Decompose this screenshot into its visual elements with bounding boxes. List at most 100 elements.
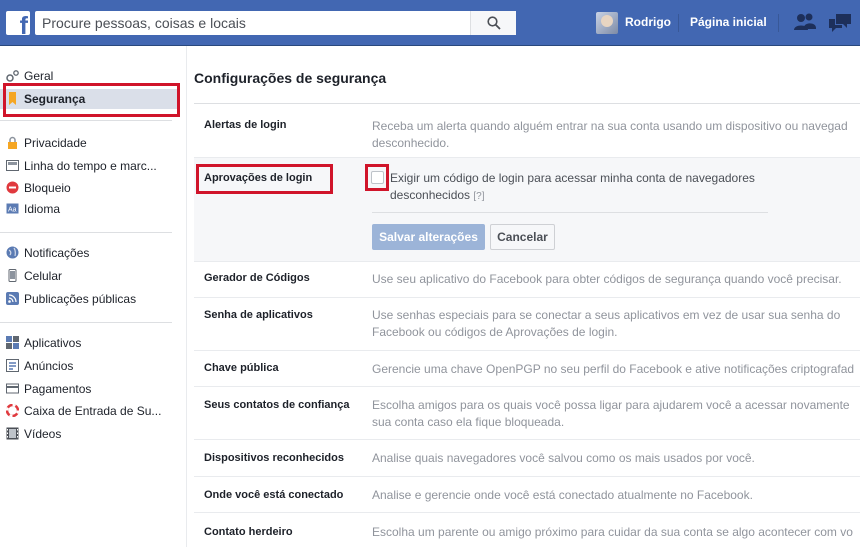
- sidebar-item-label: Linha do tempo e marc...: [24, 159, 157, 173]
- setting-name: Chave pública: [204, 362, 279, 374]
- home-link[interactable]: Página inicial: [690, 15, 767, 29]
- setting-description: Receba um alerta quando alguém entrar na…: [372, 118, 860, 152]
- sidebar-divider: [0, 120, 172, 121]
- sidebar-divider: [186, 46, 187, 547]
- checkbox-label-line: Exigir um código de login para acessar m…: [390, 171, 755, 185]
- sidebar-item-label: Celular: [24, 269, 63, 283]
- setting-row-senha-de-aplicativos[interactable]: Senha de aplicativos Use senhas especiai…: [194, 298, 860, 351]
- description-line: Escolha amigos para os quais você possa …: [372, 398, 850, 412]
- cancel-button[interactable]: Cancelar: [490, 224, 555, 250]
- sidebar-item-celular[interactable]: Celular: [0, 266, 178, 286]
- page-title: Configurações de segurança: [194, 70, 387, 86]
- checkbox-label[interactable]: Exigir um código de login para acessar m…: [390, 170, 755, 205]
- checkbox-label-line: desconhecidos: [390, 188, 471, 202]
- top-bar: f Rodrigo Página inicial: [0, 0, 860, 46]
- messages-icon[interactable]: [828, 13, 852, 33]
- lock-icon: [8, 136, 17, 149]
- search-box: [35, 11, 516, 35]
- phone-icon: [8, 269, 17, 282]
- setting-name: Alertas de login: [204, 119, 287, 131]
- sidebar-item-idioma[interactable]: Aa Idioma: [0, 199, 178, 219]
- sidebar-item-linha-do-tempo[interactable]: Linha do tempo e marc...: [0, 156, 178, 176]
- search-button[interactable]: [470, 11, 516, 35]
- setting-description: Escolha amigos para os quais você possa …: [372, 397, 860, 431]
- rss-icon: [6, 292, 19, 305]
- friend-requests-icon[interactable]: [794, 13, 816, 31]
- description-line: sua conta caso ela fique bloqueada.: [372, 415, 565, 429]
- setting-description: Escolha um parente ou amigo próximo para…: [372, 524, 860, 541]
- setting-name: Seus contatos de confiança: [204, 399, 350, 411]
- lifebuoy-icon: [6, 404, 19, 417]
- setting-name: Dispositivos reconhecidos: [204, 452, 344, 464]
- sidebar-item-label: Idioma: [24, 202, 61, 216]
- sidebar-item-label: Anúncios: [24, 359, 74, 373]
- film-icon: [6, 427, 19, 440]
- description-line: Use seu aplicativo do Facebook para obte…: [372, 272, 842, 286]
- sidebar-item-aplicativos[interactable]: Aplicativos: [0, 333, 178, 353]
- card-icon: [6, 383, 19, 394]
- facebook-logo-icon[interactable]: f: [6, 11, 30, 35]
- description-line: Analise e gerencie onde você está conect…: [372, 488, 753, 502]
- sidebar-item-label: Caixa de Entrada de Su...: [24, 404, 162, 418]
- setting-description: Use seu aplicativo do Facebook para obte…: [372, 271, 860, 288]
- setting-name: Gerador de Códigos: [204, 272, 310, 284]
- setting-description: Use senhas especiais para se conectar a …: [372, 307, 860, 341]
- language-icon: Aa: [6, 203, 19, 214]
- sidebar-item-label: Publicações públicas: [24, 292, 137, 306]
- sidebar-item-label: Geral: [24, 69, 54, 83]
- sidebar-item-label: Pagamentos: [24, 382, 92, 396]
- setting-row-onde-voce-esta-conectado[interactable]: Onde você está conectado Analise e geren…: [194, 477, 860, 513]
- save-changes-button[interactable]: Salvar alterações: [372, 224, 485, 250]
- description-line: Facebook ou códigos de Aprovações de log…: [372, 325, 618, 339]
- setting-name: Onde você está conectado: [204, 489, 344, 501]
- form-divider: [372, 212, 768, 213]
- sidebar-item-label: Aplicativos: [24, 336, 82, 350]
- setting-row-alertas-de-login[interactable]: Alertas de login Receba um alerta quando…: [194, 104, 860, 158]
- sidebar-item-label: Notificações: [24, 246, 90, 260]
- description-line: Analise quais navegadores você salvou co…: [372, 451, 755, 465]
- ads-icon: [6, 359, 19, 372]
- sidebar-item-publicacoes-publicas[interactable]: Publicações públicas: [0, 289, 178, 309]
- search-icon: [486, 16, 501, 30]
- description-line: Gerencie uma chave OpenPGP no seu perfil…: [372, 362, 855, 376]
- setting-row-contatos-de-confianca[interactable]: Seus contatos de confiança Escolha amigo…: [194, 387, 860, 440]
- globe-icon: [6, 246, 19, 259]
- highlight-box: [196, 164, 333, 194]
- sidebar-item-notificacoes[interactable]: Notificações: [0, 243, 178, 263]
- sidebar-item-label: Vídeos: [24, 427, 62, 441]
- header-divider: [778, 14, 779, 32]
- setting-description: Gerencie uma chave OpenPGP no seu perfil…: [372, 361, 860, 378]
- sidebar-item-anuncios[interactable]: Anúncios: [0, 356, 178, 376]
- description-line: Receba um alerta quando alguém entrar na…: [372, 119, 848, 133]
- sidebar-item-videos[interactable]: Vídeos: [0, 424, 178, 444]
- sidebar-divider: [0, 322, 172, 323]
- header-divider: [678, 14, 679, 32]
- svg-text:Aa: Aa: [8, 207, 17, 214]
- setting-name: Contato herdeiro: [204, 526, 293, 538]
- setting-name: Senha de aplicativos: [204, 309, 313, 321]
- description-line: Use senhas especiais para se conectar a …: [372, 308, 841, 322]
- setting-row-contato-herdeiro[interactable]: Contato herdeiro Escolha um parente ou a…: [194, 513, 860, 547]
- setting-row-gerador-de-codigos[interactable]: Gerador de Códigos Use seu aplicativo do…: [194, 262, 860, 298]
- highlight-box: [3, 83, 180, 117]
- sidebar-item-label: Bloqueio: [24, 181, 71, 195]
- timeline-icon: [6, 160, 19, 171]
- setting-description: Analise quais navegadores você salvou co…: [372, 450, 860, 467]
- setting-row-dispositivos-reconhecidos[interactable]: Dispositivos reconhecidos Analise quais …: [194, 440, 860, 477]
- sidebar-item-privacidade[interactable]: Privacidade: [0, 133, 178, 153]
- sidebar-item-caixa-de-entrada[interactable]: Caixa de Entrada de Su...: [0, 401, 178, 421]
- avatar[interactable]: [596, 12, 618, 34]
- description-line: desconhecido.: [372, 136, 450, 150]
- sidebar-item-pagamentos[interactable]: Pagamentos: [0, 379, 178, 399]
- apps-icon: [6, 336, 19, 349]
- setting-row-chave-publica[interactable]: Chave pública Gerencie uma chave OpenPGP…: [194, 351, 860, 387]
- description-line: Escolha um parente ou amigo próximo para…: [372, 525, 853, 539]
- search-input[interactable]: [35, 11, 435, 35]
- help-link[interactable]: [?]: [473, 191, 484, 202]
- sidebar-item-label: Privacidade: [24, 136, 87, 150]
- setting-description: Analise e gerencie onde você está conect…: [372, 487, 860, 504]
- profile-link[interactable]: Rodrigo: [625, 15, 671, 29]
- highlight-box: [365, 164, 389, 191]
- sidebar-divider: [0, 232, 172, 233]
- sidebar-item-bloqueio[interactable]: Bloqueio: [0, 178, 178, 198]
